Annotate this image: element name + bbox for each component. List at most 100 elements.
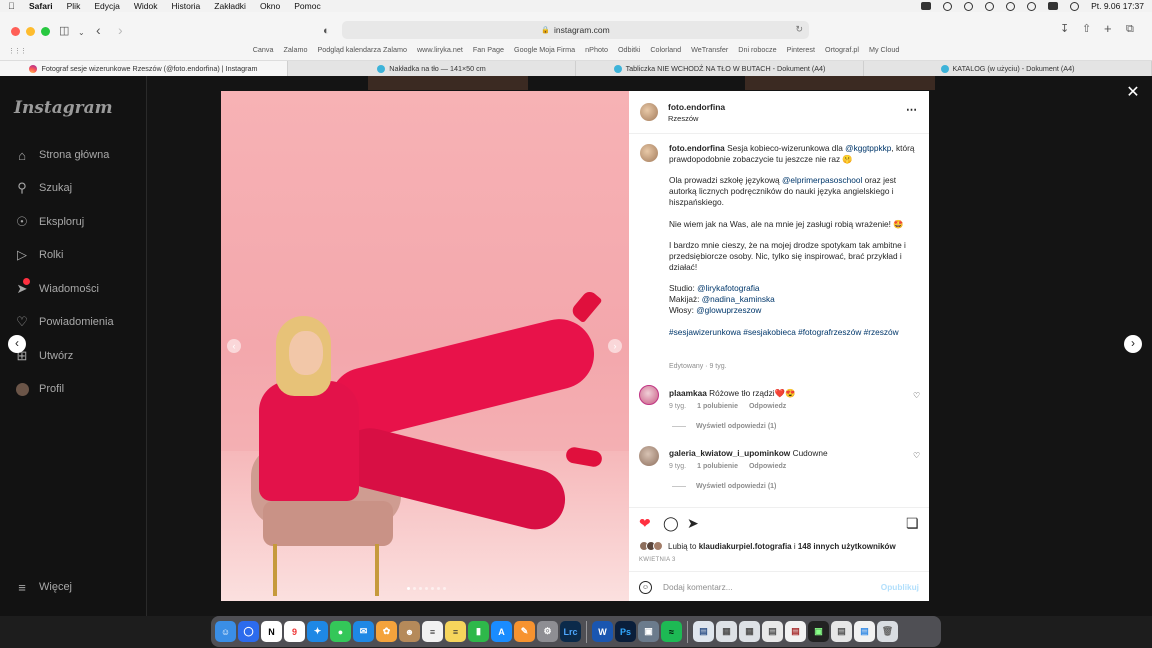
sidebar-item-explore[interactable]: ☉ Eksploruj [14, 214, 84, 230]
liker-username[interactable]: klaudiakurpiel.fotografia [699, 542, 792, 551]
caption-avatar[interactable] [640, 144, 658, 162]
keyboard-icon[interactable] [921, 2, 932, 10]
bookmark-item[interactable]: My Cloud [869, 45, 899, 57]
spotlight-search-icon[interactable] [1027, 1, 1037, 11]
comment-likes[interactable]: 1 polubienie [697, 463, 738, 470]
menu-item-help[interactable]: Pomoc [294, 1, 320, 11]
photos-icon[interactable]: ✿ [376, 621, 397, 642]
more-options-icon[interactable]: ⋯ [906, 103, 918, 116]
document-icon[interactable]: ▦ [739, 621, 760, 642]
safari-icon[interactable]: ✦ [307, 621, 328, 642]
author-avatar[interactable] [640, 103, 658, 121]
control-center-icon[interactable] [1048, 2, 1059, 10]
back-icon[interactable]: ‹ [96, 23, 101, 37]
mail-icon[interactable]: ✉ [353, 621, 374, 642]
bookmark-item[interactable]: WeTransfer [691, 45, 728, 57]
sidebar-item-messages[interactable]: ➤ Wiadomości [14, 278, 99, 297]
like-comment-icon[interactable]: ♡ [913, 391, 920, 400]
carousel-next-button[interactable]: › [608, 339, 622, 353]
commenter-avatar[interactable] [639, 446, 659, 466]
comment-input[interactable]: Dodaj komentarz... [663, 582, 733, 592]
menu-item-history[interactable]: Historia [171, 1, 200, 11]
spotify-icon[interactable]: ≈ [661, 621, 682, 642]
messages-icon[interactable]: ● [330, 621, 351, 642]
bookmark-item[interactable]: Pinterest [787, 45, 815, 57]
commenter-username[interactable]: plaamkaa [669, 388, 707, 398]
tab-overview-icon[interactable]: ⧉ [1126, 24, 1134, 35]
system-preferences-icon[interactable]: ⚙ [537, 621, 558, 642]
signal-icon[interactable]: ◯ [238, 621, 259, 642]
share-icon[interactable]: ⇧ [1082, 24, 1091, 35]
document-icon[interactable]: ▦ [716, 621, 737, 642]
likes-count-link[interactable]: 148 innych użytkowników [798, 542, 896, 551]
next-post-button[interactable]: › [1124, 335, 1142, 353]
address-bar[interactable]: 🔒 instagram.com ↻ [342, 21, 809, 39]
reminders-icon[interactable]: ≡ [422, 621, 443, 642]
tab-instagram[interactable]: Fotograf sesje wizerunkowe Rzeszów (@fot… [0, 61, 288, 76]
trash-icon[interactable]: 🗑 [877, 621, 898, 642]
menu-app-name[interactable]: Safari [29, 1, 53, 11]
document-icon[interactable]: ▤ [785, 621, 806, 642]
tab-canva-sign[interactable]: Tabliczka NIE WCHODŹ NA TŁO W BUTACH - D… [576, 61, 864, 76]
mention-link[interactable]: @kggtppkkp [845, 143, 891, 153]
close-window-button[interactable] [11, 27, 20, 36]
tab-canva-overlay[interactable]: Nakładka na tło — 141×50 cm [288, 61, 576, 76]
publish-comment-button[interactable]: Opublikuj [881, 582, 919, 592]
bookmark-icon[interactable]: ❏ [906, 516, 919, 530]
comment-icon[interactable]: ◯ [663, 516, 679, 530]
like-comment-icon[interactable]: ♡ [913, 451, 920, 460]
lightroom-classic-icon[interactable]: Lrc [560, 621, 581, 642]
view-replies-button[interactable]: Wyświetl odpowiedzi (1) [672, 483, 776, 490]
mention-link[interactable]: @lirykafotografia [697, 283, 759, 293]
document-icon[interactable]: ▣ [808, 621, 829, 642]
forward-icon[interactable]: › [118, 23, 123, 37]
bookmark-item[interactable]: Odbitki [618, 45, 640, 57]
document-icon[interactable]: ▤ [854, 621, 875, 642]
siri-icon[interactable] [1070, 1, 1080, 11]
comment-likes[interactable]: 1 polubienie [697, 403, 738, 410]
close-modal-icon[interactable]: ✕ [1125, 85, 1141, 101]
preview-icon[interactable]: ▣ [638, 621, 659, 642]
numbers-icon[interactable]: ▮ [468, 621, 489, 642]
mention-link[interactable]: @nadina_kaminska [702, 294, 775, 304]
sidebar-item-profile[interactable]: Profil [14, 381, 64, 397]
finder-icon[interactable]: ☺ [215, 621, 236, 642]
bookmark-item[interactable]: nPhoto [585, 45, 608, 57]
pages-icon[interactable]: ✎ [514, 621, 535, 642]
bookmark-item[interactable]: Colorland [650, 45, 681, 57]
menu-item-file[interactable]: Plik [67, 1, 81, 11]
reply-button[interactable]: Odpowiedz [749, 463, 786, 470]
commenter-username[interactable]: galeria_kwiatow_i_upominkow [669, 448, 790, 458]
bookmark-item[interactable]: Canva [253, 45, 274, 57]
hashtags[interactable]: #sesjawizerunkowa #sesjakobieca #fotogra… [669, 327, 899, 337]
bookmark-item[interactable]: Dni robocze [738, 45, 776, 57]
word-icon[interactable]: W [592, 621, 613, 642]
sidebar-item-more[interactable]: ≡ Więcej [14, 579, 72, 595]
previous-post-button[interactable]: ‹ [8, 335, 26, 353]
sidebar-item-search[interactable]: ⚲ Szukaj [14, 180, 72, 196]
calendar-icon[interactable]: 9 [284, 621, 305, 642]
reload-icon[interactable]: ↻ [795, 24, 803, 35]
apple-icon[interactable]:  [8, 1, 17, 11]
notion-icon[interactable]: N [261, 621, 282, 642]
reply-button[interactable]: Odpowiedz [749, 403, 786, 410]
mention-link[interactable]: @glowuprzeszow [696, 305, 761, 315]
tab-canva-catalog[interactable]: KATALOG (w użyciu) - Dokument (A4) [864, 61, 1152, 76]
mention-link[interactable]: @elprimerpasoschool [782, 175, 862, 185]
bookmark-item[interactable]: www.liryka.net [417, 45, 463, 57]
author-username[interactable]: foto.endorfina [668, 102, 725, 112]
caption-username[interactable]: foto.endorfina [669, 143, 725, 153]
creative-cloud-icon[interactable] [943, 1, 953, 11]
wifi-icon[interactable] [964, 1, 974, 11]
new-tab-icon[interactable]: + [1104, 22, 1112, 35]
battery-icon[interactable] [1006, 1, 1016, 11]
sidebar-item-home[interactable]: ⌂ Strona główna [14, 147, 109, 163]
menu-item-view[interactable]: Widok [134, 1, 158, 11]
sidebar-item-reels[interactable]: ▷ Rolki [14, 247, 63, 263]
sidebar-toggle-icon[interactable]: ◫ [59, 26, 69, 37]
bookmark-item[interactable]: Zalamo [283, 45, 307, 57]
emoji-icon[interactable]: ☺ [639, 580, 652, 594]
share-icon[interactable]: ➤ [687, 516, 699, 530]
document-icon[interactable]: ▤ [762, 621, 783, 642]
downloads-icon[interactable]: ↧ [1060, 24, 1069, 35]
